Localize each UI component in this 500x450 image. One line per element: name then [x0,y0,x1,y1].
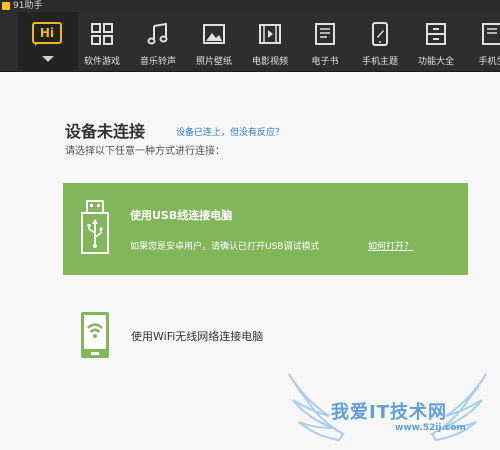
phone-theme-icon [372,22,388,46]
site-watermark: 我爱IT技术网 www.52ij.com [285,370,490,448]
nav-ebooks[interactable]: 电子书 [299,12,351,72]
nav-label: 软件游戏 [83,57,120,67]
phone-icon [482,23,500,45]
picture-icon [203,24,225,44]
film-icon [259,24,281,44]
page-title: 设备未连接 [65,122,146,141]
nav-label: 照片壁纸 [195,57,232,67]
toolbox-icon [426,23,446,45]
wifi-phone-icon [81,312,109,358]
usb-debug-help-link[interactable]: 如何打开？ [368,239,413,252]
watermark-site: www.52ij.com [395,423,466,433]
nav-function-hub[interactable]: 功能大全 [410,12,462,72]
apps-grid-icon [91,23,113,45]
title-bar: 91助手 [0,0,500,12]
wifi-option-title: 使用WiFi无线网络连接电脑 [131,330,264,343]
app-title: 91助手 [13,1,43,11]
nav-phone-themes[interactable]: 手机主题 [354,12,406,72]
chevron-down-icon[interactable] [42,56,54,62]
wifi-connect-option[interactable]: 使用WiFi无线网络连接电脑 [63,301,468,373]
usb-connect-option[interactable]: 使用USB线连接电脑 如果您是安卓用户，请确认已打开USB调试模式 如何打开？ [63,183,468,275]
nav-label: 手机主题 [361,57,398,67]
speech-tail-icon [35,42,43,46]
hi-icon: Hi [32,22,62,44]
app-logo-icon [2,2,10,10]
usb-option-description: 如果您是安卓用户，请确认已打开USB调试模式 [130,242,320,252]
nav-phone-life[interactable]: 手机生 [466,12,500,72]
nav-music-ringtones[interactable]: 音乐铃声 [132,12,184,72]
nav-photos-wallpapers[interactable]: 照片壁纸 [188,12,240,72]
ebook-icon [315,23,335,45]
watermark-title: 我爱IT技术网 [331,402,447,423]
nav-label: 功能大全 [417,57,454,67]
device-help-link[interactable]: 设备已连上，但没有反应？ [176,125,284,138]
music-note-icon [147,22,168,45]
usb-cable-icon [81,200,109,254]
home-tab[interactable]: Hi [18,12,78,72]
instruction-text: 请选择以下任意一种方式进行连接： [65,146,225,157]
main-toolbar: Hi 软件游戏 音乐铃声 照片壁纸 电影视频 电子书 手机主题 功能大全 手机 [0,12,500,72]
nav-label: 音乐铃声 [139,57,176,67]
nav-movies-videos[interactable]: 电影视频 [244,12,296,72]
nav-apps-games[interactable]: 软件游戏 [76,12,128,72]
usb-option-title: 使用USB线连接电脑 [130,209,233,222]
nav-label: 手机生 [478,57,500,67]
